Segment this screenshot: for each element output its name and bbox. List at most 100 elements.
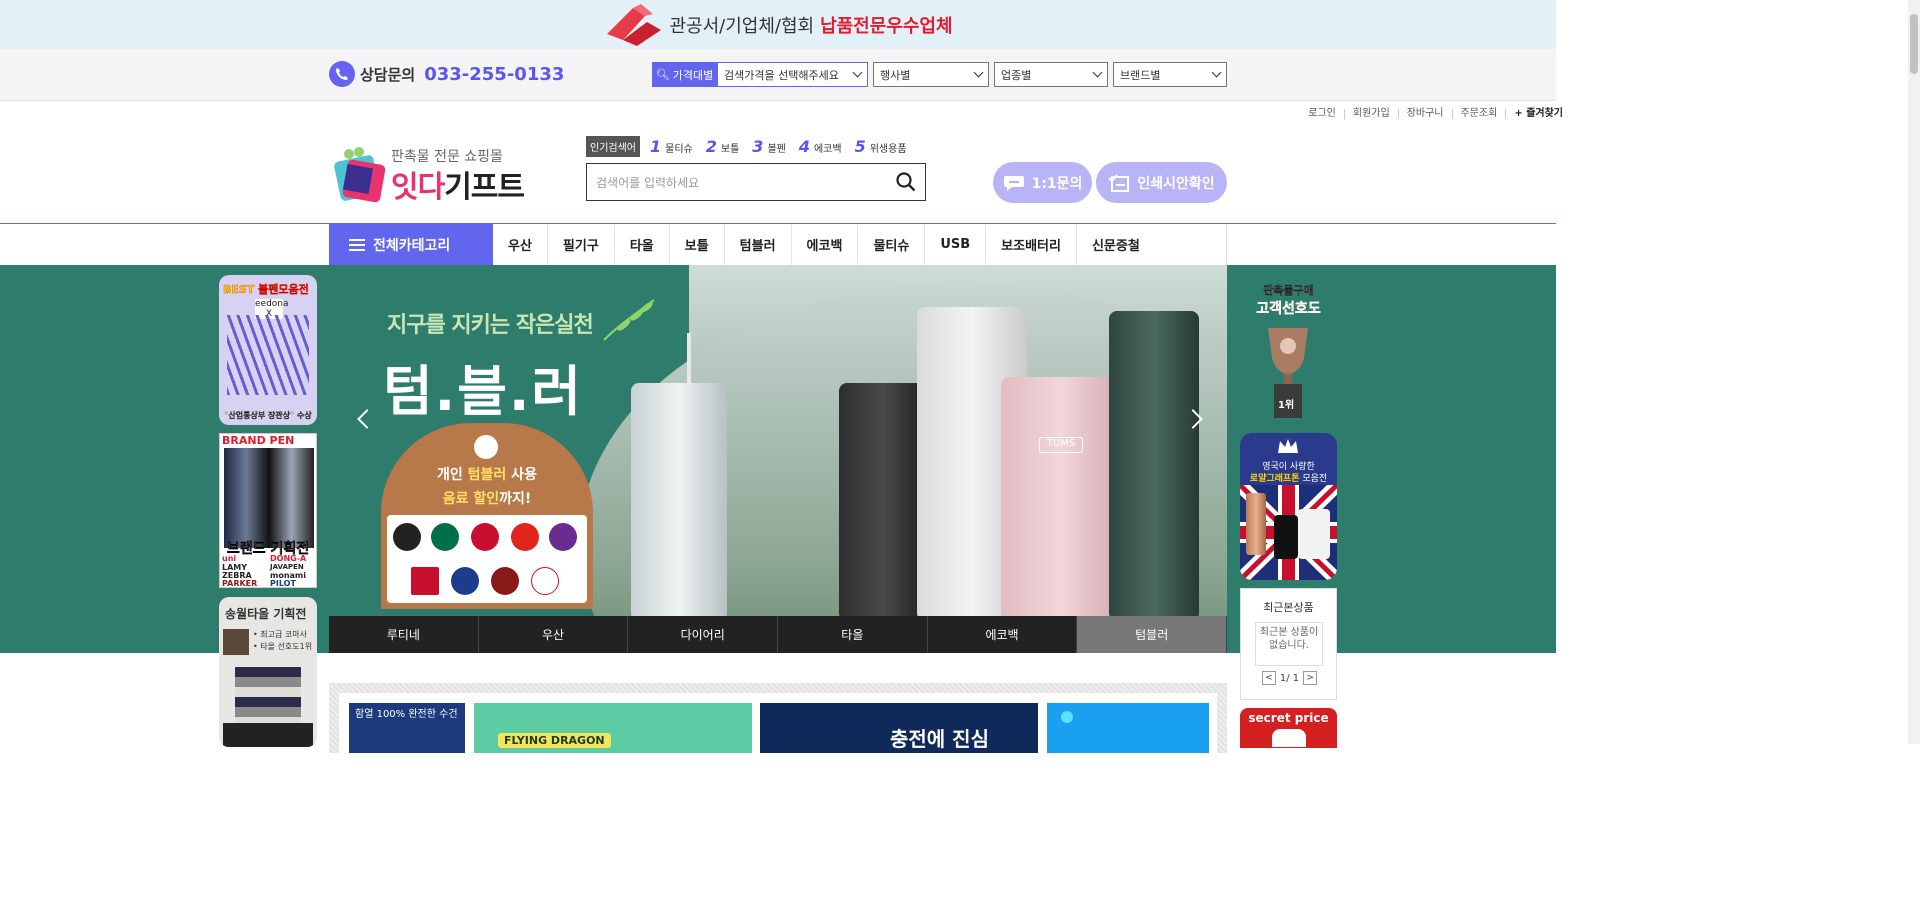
hollys-logo	[471, 523, 499, 551]
price-tag-label: 가격대별	[672, 68, 714, 82]
nav-item[interactable]: 에코백	[792, 224, 859, 265]
paulbassett-logo	[531, 567, 559, 595]
hero-tab[interactable]: 우산	[479, 616, 629, 653]
hamburger-icon	[349, 238, 365, 251]
price-select[interactable]: 검색가격을 선택해주세요	[717, 62, 868, 87]
preference-line1: 판촉물구매	[1263, 284, 1314, 297]
popular-item[interactable]: 1 물티슈	[650, 137, 693, 156]
promo-text-c: 사용	[506, 467, 537, 483]
popular-item[interactable]: 2 보틀	[706, 137, 740, 156]
nav-item[interactable]: 텀블러	[725, 224, 792, 265]
signup-link[interactable]: 회원가입	[1343, 109, 1398, 119]
contact: 상담문의 033-255-0133	[329, 61, 564, 87]
brand-pens-image	[224, 448, 314, 548]
black-mug	[1274, 515, 1298, 559]
search-input[interactable]: 검색어를 입력하세요	[586, 163, 926, 201]
best-pen-award: "산업통상부 장관상" 수상	[224, 411, 312, 420]
cart-link[interactable]: 장바구니	[1397, 109, 1452, 119]
promo-card-towel[interactable]: 함열 100% 완전한 수건	[349, 703, 465, 753]
hero-slide[interactable]: 지구를 지키는 작은실천 텀.블.러 개인 텀블러 사용 음료 할인까지! TU…	[329, 265, 1227, 616]
industry-select[interactable]: 업종별	[994, 62, 1108, 87]
print-check-button[interactable]: 인쇄시안확인	[1096, 162, 1227, 203]
nav-item[interactable]: 보틀	[670, 224, 725, 265]
recent-products: 최근본상품 최근본 상품이 없습니다. < 1/ 1 >	[1240, 588, 1337, 700]
logo-name-dark: 기프트	[444, 170, 525, 205]
royal-grafton-banner[interactable]: 영국이 사랑한 로얄그래프톤 모음전	[1240, 433, 1337, 580]
nav-item[interactable]: USB	[925, 224, 987, 265]
inquiry-label: 1:1문의	[1031, 175, 1083, 192]
top-banner[interactable]: 관공서/기업체/협회 납품전문우수업체	[0, 0, 1556, 49]
promo-text: 개인 텀블러 사용 음료 할인까지!	[381, 463, 593, 511]
price-filter: 🔍︎ 가격대별	[652, 62, 717, 87]
popular-rank: 1	[650, 137, 662, 156]
popular-label: 위생용품	[869, 144, 907, 155]
recent-page-count: 1/ 1	[1279, 672, 1300, 684]
brand-select-value: 브랜드별	[1120, 68, 1161, 82]
favorite-link[interactable]: + 즐겨찾기	[1505, 109, 1571, 119]
brand-donga: DONG-A	[270, 554, 307, 563]
nav-item[interactable]: 신문증철	[1077, 224, 1155, 265]
preference-line2: 고객선호도	[1256, 301, 1321, 317]
white-tumbler	[631, 383, 727, 616]
straw	[687, 333, 691, 391]
promo-card-text: FLYING DRAGON	[498, 733, 611, 748]
search-icon[interactable]	[896, 172, 916, 192]
royal-line2: 모음전	[1299, 474, 1328, 484]
towel-banner-points: • 최고급 코마사 • 타올 선호도1위	[253, 629, 312, 653]
chevron-down-icon	[852, 67, 863, 78]
brand-select[interactable]: 브랜드별	[1113, 62, 1227, 87]
towel-stack-image	[235, 667, 301, 723]
price-select-value: 검색가격을 선택해주세요	[724, 68, 839, 82]
promo-badge: 개인 텀블러 사용 음료 할인까지!	[381, 423, 593, 609]
hero-tab[interactable]: 타올	[778, 616, 928, 653]
chevron-down-icon	[1211, 67, 1222, 78]
promo-card-text: 함열 100% 완전한 수건	[355, 709, 458, 720]
site-logo[interactable]: 판촉물 전문 쇼핑몰 잇다기프트	[333, 146, 533, 205]
order-link[interactable]: 주문조회	[1451, 109, 1506, 119]
utility-bar: 상담문의 033-255-0133 🔍︎ 가격대별 검색가격을 선택해주세요 행사…	[0, 49, 1556, 101]
chevron-left-icon[interactable]: <	[1261, 671, 1276, 685]
popular-rank: 4	[798, 137, 810, 156]
popular-label: 볼펜	[767, 144, 786, 155]
nav-item[interactable]: 보조배터리	[986, 224, 1077, 265]
promo-card-charger[interactable]: 충전에 진심	[760, 703, 1038, 753]
green-bottle	[1109, 311, 1199, 616]
paikdabang-logo	[511, 523, 539, 551]
secret-price-banner[interactable]: secret price	[1240, 708, 1337, 748]
popular-rank: 5	[854, 137, 866, 156]
hero-tab-active[interactable]: 텀블러	[1077, 616, 1228, 653]
popular-item[interactable]: 3 볼펜	[752, 137, 786, 156]
popular-item[interactable]: 5 위생용품	[855, 137, 907, 156]
chevron-right-icon[interactable]: >	[1303, 671, 1318, 685]
best-pen-banner[interactable]: BEST 볼펜모음전 eedona X "산업통상부 장관상" 수상	[219, 275, 317, 425]
all-categories-button[interactable]: 전체카테고리	[329, 224, 493, 265]
inquiry-button[interactable]: 1:1문의	[993, 162, 1092, 203]
promo-text-b: 텀블러	[467, 467, 507, 483]
twosome-logo	[451, 567, 479, 595]
white-mug	[1298, 509, 1330, 559]
scrollbar[interactable]	[1908, 0, 1920, 744]
popular-label: 보틀	[720, 144, 740, 155]
promo-card-blue[interactable]	[1047, 703, 1209, 753]
contact-phone[interactable]: 033-255-0133	[424, 64, 564, 85]
towel-banner[interactable]: 송월타올 기획전 • 최고급 코마사 • 타올 선호도1위	[219, 597, 317, 747]
towel-banner-title: 송월타올 기획전	[225, 607, 307, 621]
hero-tab[interactable]: 다이어리	[628, 616, 779, 653]
popular-item[interactable]: 4 에코백	[799, 137, 842, 156]
pens-image	[227, 315, 309, 395]
brand-parker: PARKER	[222, 579, 258, 588]
brand-pen-banner[interactable]: BRAND PEN 브랜드 기획전 uni LAMY ZEBRA PARKER …	[219, 433, 317, 588]
event-select[interactable]: 행사별	[873, 62, 989, 87]
hero-tab[interactable]: 에코백	[928, 616, 1078, 653]
scrollbar-thumb[interactable]	[1910, 14, 1918, 74]
nav-item[interactable]: 물티슈	[858, 224, 926, 265]
nav-item[interactable]: 필기구	[548, 224, 615, 265]
brand-pilot: PILOT	[270, 579, 296, 588]
popular-rank: 2	[705, 137, 717, 156]
promo-card-umbrella[interactable]: FLYING DRAGON	[474, 703, 752, 753]
customer-preference-banner[interactable]: 판촉물구매 고객선호도 1위	[1240, 278, 1337, 423]
nav-item[interactable]: 타올	[615, 224, 670, 265]
nav-item[interactable]: 우산	[493, 224, 548, 265]
hero-tab[interactable]: 루티네	[329, 616, 479, 653]
login-link[interactable]: 로그인	[1300, 109, 1344, 119]
